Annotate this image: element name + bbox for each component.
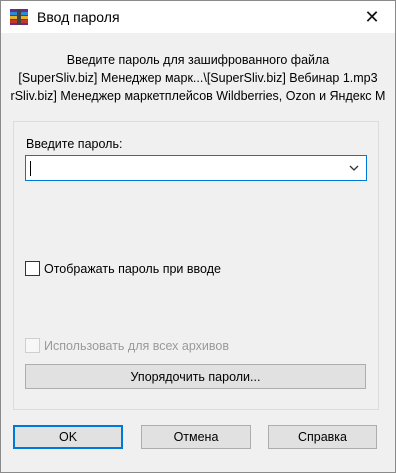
info-line-prompt: Введите пароль для зашифрованного файла xyxy=(66,53,330,67)
use-for-all-checkbox[interactable] xyxy=(25,338,40,353)
password-label: Введите пароль: xyxy=(26,137,123,151)
close-button[interactable]: ✕ xyxy=(349,1,395,33)
info-line-archive: rSliv.biz] Менеджер маркетплейсов Wildbe… xyxy=(10,89,386,103)
winrar-icon xyxy=(10,9,28,25)
use-for-all-label[interactable]: Использовать для всех архивов xyxy=(44,339,229,353)
chevron-down-icon[interactable] xyxy=(348,162,360,174)
organize-passwords-button[interactable]: Упорядочить пароли... xyxy=(25,364,366,389)
file-info: Введите пароль для зашифрованного файла … xyxy=(1,51,395,105)
password-dialog: Ввод пароля ✕ Введите пароль для зашифро… xyxy=(0,0,396,473)
ok-button[interactable]: OK xyxy=(13,425,123,449)
info-line-path: [SuperSliv.biz] Менеджер марк...\[SuperS… xyxy=(18,71,378,85)
window-title: Ввод пароля xyxy=(37,9,120,25)
text-caret xyxy=(30,161,31,176)
title-bar[interactable]: Ввод пароля ✕ xyxy=(1,1,395,33)
help-button[interactable]: Справка xyxy=(268,425,377,449)
show-password-label[interactable]: Отображать пароль при вводе xyxy=(44,262,221,276)
show-password-checkbox[interactable] xyxy=(25,261,40,276)
password-input[interactable] xyxy=(25,155,367,181)
close-icon: ✕ xyxy=(364,6,380,27)
cancel-button[interactable]: Отмена xyxy=(141,425,251,449)
